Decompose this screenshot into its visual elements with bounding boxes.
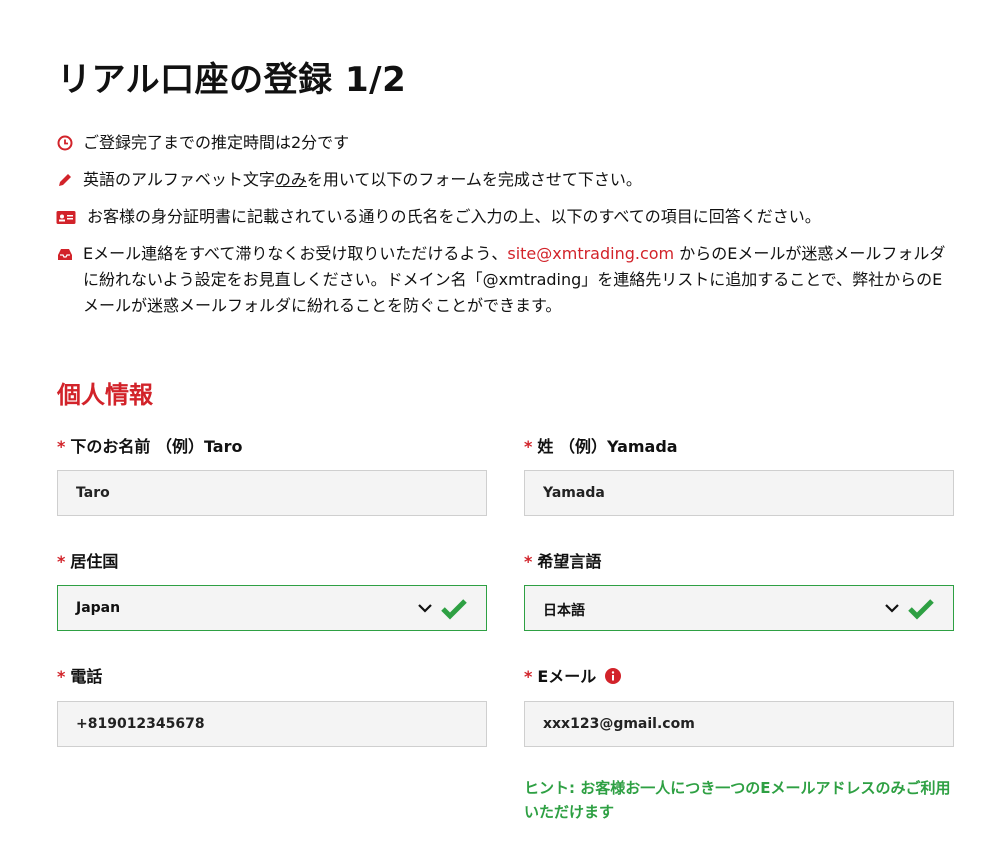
email-link[interactable]: site@xmtrading.com [507,244,674,263]
info-email-pre: Eメール連絡をすべて滞りなくお受け取りいただけるよう、 [83,244,508,263]
info-id-card: お客様の身分証明書に記載されている通りの氏名をご入力の上、以下のすべての項目に回… [56,204,957,230]
email-label-text: Eメール [537,667,597,686]
phone-label: * 電話 [57,663,102,687]
phone-input[interactable] [58,702,486,746]
chevron-down-icon [418,604,432,613]
required-mark: * [524,437,533,456]
required-mark: * [524,667,533,686]
email-field [524,701,954,747]
pencil-icon [59,174,71,186]
info-email: Eメール連絡をすべて滞りなくお受け取りいただけるよう、site@xmtradin… [57,241,957,319]
id-card-icon [56,211,76,224]
country-label-text: 居住国 [70,552,119,571]
info-alphabet-post: を用いて以下のフォームを完成させて下さい。 [306,170,642,189]
country-select-value: Japan [76,600,121,616]
info-icon[interactable] [604,668,621,684]
check-icon [441,599,467,620]
last-name-label-text: 姓 （例）Yamada [537,437,678,456]
clock-icon [57,135,73,151]
required-mark: * [57,667,66,686]
language-label: * 希望言語 [524,548,601,572]
first-name-label-text: 下のお名前 （例）Taro [70,437,243,456]
info-alphabet-pre: 英語のアルファベット文字 [83,170,275,189]
email-label: * Eメール [524,663,621,687]
info-alphabet-text: 英語のアルファベット文字のみを用いて以下のフォームを完成させて下さい。 [57,167,957,193]
last-name-field [524,470,954,516]
language-label-text: 希望言語 [537,552,602,571]
inbox-icon [58,249,72,260]
last-name-label: * 姓 （例）Yamada [524,433,678,457]
check-icon [908,599,934,620]
info-time: ご登録完了までの推定時間は2分です [57,130,957,156]
language-select[interactable]: 日本語 [524,585,954,631]
required-mark: * [57,552,66,571]
section-personal-info: 個人情報 [57,381,153,409]
email-hint: ヒント: お客様お一人につき一つのEメールアドレスのみご利用いただけます [524,779,951,821]
required-mark: * [57,437,66,456]
country-label: * 居住国 [57,548,118,572]
email-input[interactable] [525,702,953,746]
language-select-value: 日本語 [543,603,585,619]
first-name-field [57,470,487,516]
required-mark: * [524,552,533,571]
phone-field [57,701,487,747]
phone-label-text: 電話 [70,667,103,686]
chevron-down-icon [885,604,899,613]
first-name-label: * 下のお名前 （例）Taro [57,433,242,457]
first-name-input[interactable] [58,471,486,515]
info-time-text: ご登録完了までの推定時間は2分です [83,133,350,152]
info-alphabet: 英語のアルファベット文字のみを用いて以下のフォームを完成させて下さい。 [57,167,957,193]
info-id-card-text: お客様の身分証明書に記載されている通りの氏名をご入力の上、以下のすべての項目に回… [87,207,821,226]
last-name-input[interactable] [525,471,953,515]
info-alphabet-emphasis: のみ [274,170,307,189]
country-select[interactable]: Japan [57,585,487,631]
page-title: リアル口座の登録 1/2 [57,60,407,100]
